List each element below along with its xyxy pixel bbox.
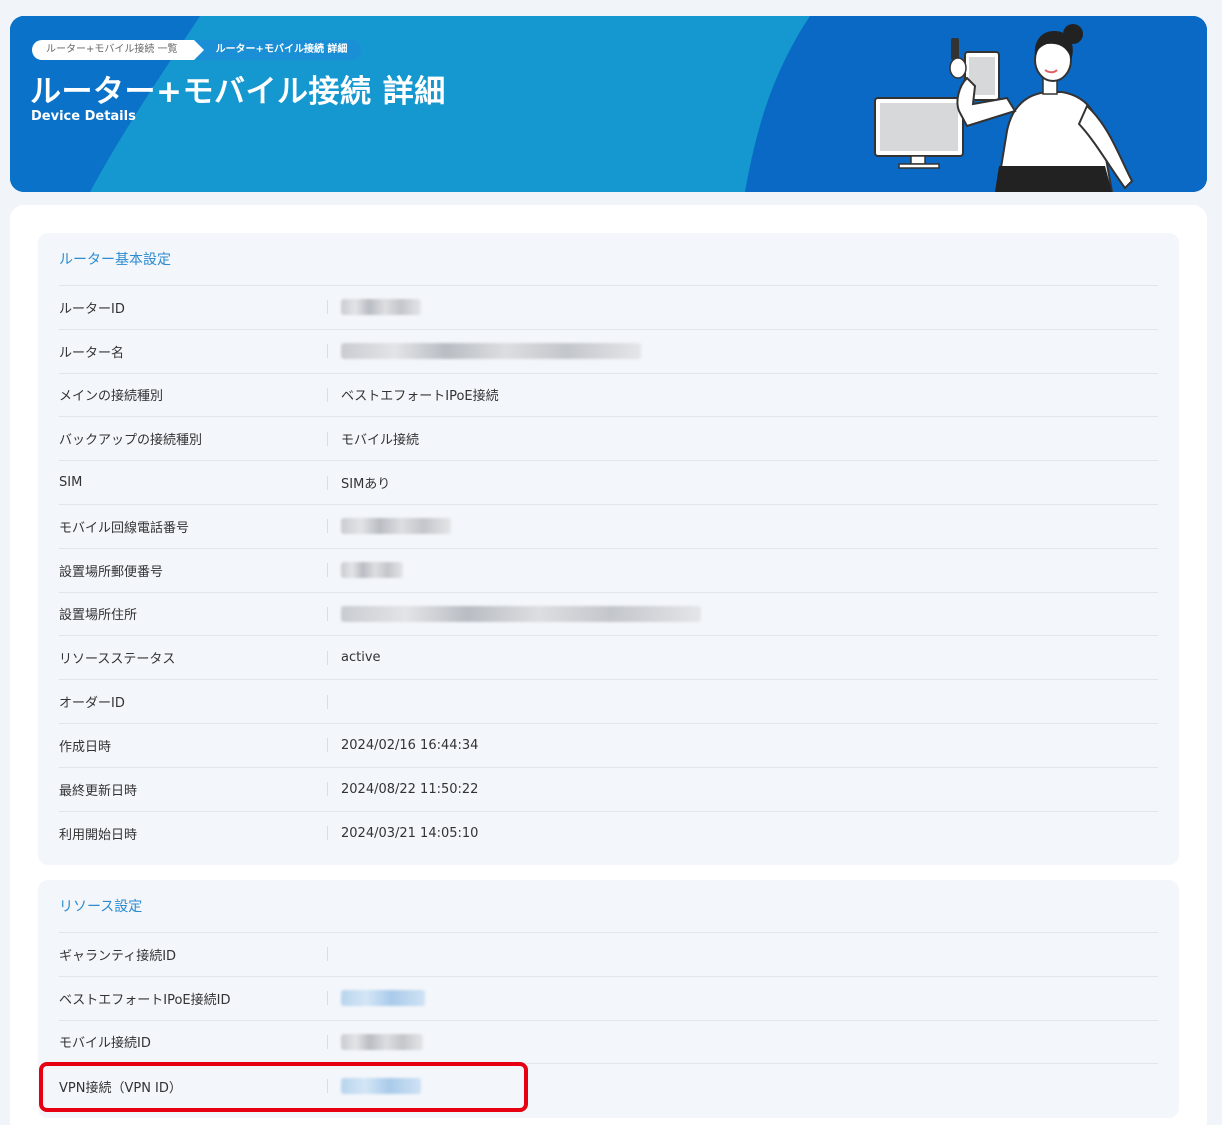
row-label: ルーターID xyxy=(59,301,125,317)
divider xyxy=(327,694,328,709)
router-basic-settings-section: ルーター基本設定 ルーターID ルーター名 メインの接続種別 ベストエフォートI… xyxy=(38,233,1179,865)
table-row: 作成日時 2024/02/16 16:44:34 xyxy=(59,724,1158,768)
redacted-value xyxy=(341,518,451,535)
redacted-value xyxy=(341,343,641,360)
row-label: オーダーID xyxy=(59,696,125,712)
row-label: リソースステータス xyxy=(59,652,176,668)
vpn-row-highlight xyxy=(39,1062,528,1112)
row-label: メインの接続種別 xyxy=(59,389,164,405)
table-row: 設置場所郵便番号 xyxy=(59,549,1158,593)
divider xyxy=(327,991,328,1006)
redacted-value xyxy=(341,299,421,316)
divider xyxy=(327,431,328,446)
section-title: ルーター基本設定 xyxy=(59,233,1158,286)
table-row: ベストエフォートIPoE接続ID xyxy=(59,977,1158,1021)
redacted-link[interactable] xyxy=(341,990,425,1007)
table-row: バックアップの接続種別 モバイル接続 xyxy=(59,417,1158,462)
divider xyxy=(327,300,328,315)
row-value: SIMあり xyxy=(341,477,391,493)
breadcrumb-item-current: ルーター+モバイル接続 詳細 xyxy=(195,40,362,60)
header-banner: ルーター+モバイル接続 一覧 ルーター+モバイル接続 詳細 ルーター+モバイル接… xyxy=(10,16,1207,192)
table-row: ルーターID xyxy=(59,286,1158,330)
divider xyxy=(327,782,328,797)
divider xyxy=(327,947,328,962)
divider xyxy=(327,475,328,490)
divider xyxy=(327,738,328,753)
page-title: ルーター+モバイル接続 詳細 xyxy=(30,74,446,110)
row-label: モバイル回線電話番号 xyxy=(59,520,190,536)
section-title: リソース設定 xyxy=(59,880,1158,933)
divider xyxy=(327,519,328,534)
row-value: モバイル接続 xyxy=(341,433,420,449)
page-subtitle: Device Details xyxy=(31,109,136,124)
table-row: リソースステータス active xyxy=(59,636,1158,681)
table-row: モバイル接続ID xyxy=(59,1021,1158,1065)
divider xyxy=(327,344,328,359)
table-row: 最終更新日時 2024/08/22 11:50:22 xyxy=(59,768,1158,812)
table-row: オーダーID xyxy=(59,680,1158,724)
row-label: SIM xyxy=(59,475,83,491)
row-label: 利用開始日時 xyxy=(59,827,138,843)
divider xyxy=(327,826,328,841)
device-details-card: ルーター基本設定 ルーターID ルーター名 メインの接続種別 ベストエフォートI… xyxy=(10,205,1207,1125)
divider xyxy=(327,563,328,578)
woman-with-devices-illustration xyxy=(874,24,1134,192)
redacted-value xyxy=(341,562,403,579)
row-label: モバイル接続ID xyxy=(59,1036,151,1052)
row-label: 設置場所住所 xyxy=(59,608,138,624)
row-value: active xyxy=(341,650,381,666)
row-label: ベストエフォートIPoE接続ID xyxy=(59,992,231,1008)
row-label: バックアップの接続種別 xyxy=(59,433,203,449)
table-row: SIM SIMあり xyxy=(59,461,1158,505)
redacted-value xyxy=(341,605,701,622)
row-value: ベストエフォートIPoE接続 xyxy=(341,389,499,405)
table-row: 設置場所住所 xyxy=(59,593,1158,637)
table-row: 利用開始日時 2024/03/21 14:05:10 xyxy=(59,812,1158,856)
row-value: 2024/08/22 11:50:22 xyxy=(341,781,479,797)
table-row: モバイル回線電話番号 xyxy=(59,505,1158,549)
divider xyxy=(327,387,328,402)
row-value: 2024/02/16 16:44:34 xyxy=(341,737,479,753)
divider xyxy=(327,1034,328,1049)
row-label: ルーター名 xyxy=(59,345,125,361)
breadcrumb: ルーター+モバイル接続 一覧 ルーター+モバイル接続 詳細 xyxy=(32,40,362,60)
row-label: 作成日時 xyxy=(59,739,112,755)
table-row: メインの接続種別 ベストエフォートIPoE接続 xyxy=(59,374,1158,418)
row-label: 設置場所郵便番号 xyxy=(59,564,164,580)
breadcrumb-item-list[interactable]: ルーター+モバイル接続 一覧 xyxy=(32,40,204,60)
row-label: ギャランティ接続ID xyxy=(59,948,177,964)
row-label: 最終更新日時 xyxy=(59,783,138,799)
redacted-value xyxy=(341,1033,423,1050)
table-row: ルーター名 xyxy=(59,330,1158,374)
row-value: 2024/03/21 14:05:10 xyxy=(341,825,479,841)
divider xyxy=(327,650,328,665)
table-row: ギャランティ接続ID xyxy=(59,933,1158,977)
divider xyxy=(327,606,328,621)
